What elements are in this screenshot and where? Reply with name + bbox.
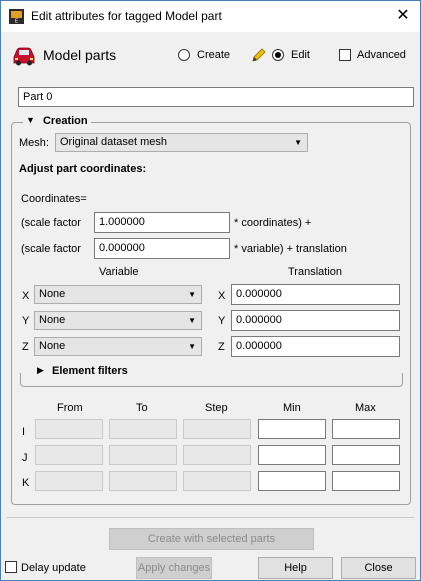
ijk-header-min: Min [283, 402, 301, 414]
variable-axis-label: X [22, 290, 30, 302]
k-max-input[interactable] [332, 471, 400, 491]
creation-section-header[interactable]: ▼ Creation [23, 115, 91, 129]
k-min-input[interactable] [258, 471, 326, 491]
ijk-row-label: J [22, 452, 28, 464]
i-from-input [35, 419, 103, 439]
i-to-input [109, 419, 177, 439]
ijk-header-to: To [136, 402, 148, 414]
coordinates-label: Coordinates= [21, 193, 87, 205]
ijk-row-label: K [22, 477, 30, 489]
mesh-dropdown[interactable]: Original dataset mesh ▼ [55, 133, 308, 152]
edit-radio-label[interactable]: Edit [291, 49, 310, 61]
pencil-icon [252, 48, 266, 62]
translation-axis-label: X [218, 290, 226, 302]
chevron-down-icon: ▼ [188, 290, 196, 299]
create-with-selected-parts-button[interactable]: Create with selected parts [109, 528, 314, 550]
collapse-triangle-icon: ▼ [26, 115, 35, 125]
adjust-coordinates-heading: Adjust part coordinates: [19, 163, 147, 175]
mesh-dropdown-value: Original dataset mesh [60, 136, 167, 148]
close-button[interactable]: Close [341, 557, 416, 579]
help-button[interactable]: Help [258, 557, 333, 579]
close-window-icon[interactable]: ✕ [391, 6, 415, 26]
chevron-down-icon: ▼ [294, 138, 302, 147]
ijk-row-label: I [22, 426, 26, 438]
variable-y-dropdown[interactable]: None ▼ [34, 311, 202, 330]
ijk-header-step: Step [205, 402, 228, 414]
ijk-header-from: From [57, 402, 83, 414]
k-from-input [35, 471, 103, 491]
element-filters-label: Element filters [51, 365, 128, 377]
create-radio-label[interactable]: Create [197, 49, 230, 61]
translation-axis-label: Y [218, 315, 226, 327]
window-title: Edit attributes for tagged Model part [31, 9, 222, 23]
part-name-input[interactable]: Part 0 [18, 87, 414, 107]
apply-changes-button[interactable]: Apply changes [136, 557, 212, 579]
svg-text:E: E [15, 19, 18, 25]
scale-factor-1-input[interactable]: 1.000000 [94, 212, 230, 233]
variable-x-dropdown[interactable]: None ▼ [34, 285, 202, 304]
scale-factor-2-input[interactable]: 0.000000 [94, 238, 230, 259]
title-bar: E Edit attributes for tagged Model part … [1, 1, 420, 32]
j-min-input[interactable] [258, 445, 326, 465]
translation-x-input[interactable]: 0.000000 [231, 284, 400, 305]
translation-z-input[interactable]: 0.000000 [231, 336, 400, 357]
k-to-input [109, 471, 177, 491]
ijk-header-max: Max [355, 402, 376, 414]
panel-title: Model parts [43, 47, 117, 63]
variable-z-value: None [39, 340, 66, 352]
divider [7, 517, 414, 518]
chevron-down-icon: ▼ [188, 316, 196, 325]
advanced-checkbox[interactable] [339, 49, 351, 61]
app-icon: E [9, 9, 24, 24]
delay-update-checkbox[interactable] [5, 561, 17, 573]
variable-axis-label: Z [22, 341, 29, 353]
i-step-input [183, 419, 251, 439]
variable-y-value: None [39, 314, 66, 326]
car-icon [13, 47, 35, 66]
expand-triangle-icon: ▶ [37, 365, 44, 375]
scale-factor-1-prefix: (scale factor [21, 217, 81, 229]
create-radio[interactable] [178, 49, 190, 61]
chevron-down-icon: ▼ [188, 342, 196, 351]
translation-axis-label: Z [218, 341, 225, 353]
edit-radio[interactable] [272, 49, 284, 61]
creation-section-label: Creation [42, 115, 88, 127]
i-max-input[interactable] [332, 419, 400, 439]
element-filters-header[interactable]: ▶ Element filters [34, 365, 131, 379]
translation-column-header: Translation [288, 266, 343, 278]
i-min-input[interactable] [258, 419, 326, 439]
k-step-input [183, 471, 251, 491]
j-from-input [35, 445, 103, 465]
scale-factor-1-suffix: * coordinates) + [234, 217, 312, 229]
delay-update-label[interactable]: Delay update [21, 562, 86, 574]
dialog-window: E Edit attributes for tagged Model part … [0, 0, 421, 581]
j-step-input [183, 445, 251, 465]
variable-x-value: None [39, 288, 66, 300]
scale-factor-2-prefix: (scale factor [21, 243, 81, 255]
mesh-label: Mesh: [19, 137, 49, 149]
translation-y-input[interactable]: 0.000000 [231, 310, 400, 331]
variable-axis-label: Y [22, 315, 30, 327]
variable-z-dropdown[interactable]: None ▼ [34, 337, 202, 356]
advanced-checkbox-label[interactable]: Advanced [357, 49, 406, 61]
scale-factor-2-suffix: * variable) + translation [234, 243, 347, 255]
j-max-input[interactable] [332, 445, 400, 465]
j-to-input [109, 445, 177, 465]
variable-column-header: Variable [99, 266, 139, 278]
